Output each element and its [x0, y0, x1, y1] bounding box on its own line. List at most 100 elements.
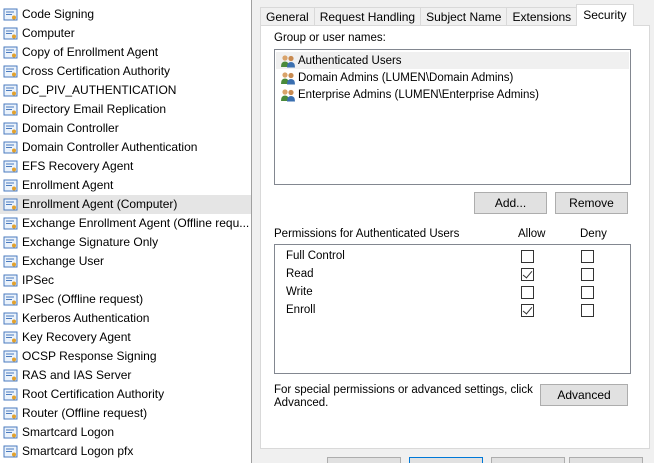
template-item[interactable]: OCSP Response Signing [0, 347, 251, 366]
template-item-label: RAS and IAS Server [22, 368, 132, 382]
add-button[interactable]: Add... [474, 192, 547, 214]
template-item[interactable]: Root Certification Authority [0, 385, 251, 404]
certificate-template-icon [3, 369, 19, 383]
template-item[interactable]: IPSec [0, 271, 251, 290]
template-item-label: Exchange Signature Only [22, 235, 159, 249]
certificate-template-icon [3, 103, 19, 117]
permissions-label: Permissions for Authenticated Users [274, 228, 460, 240]
template-item[interactable]: Domain Controller [0, 119, 251, 138]
user-list[interactable]: Authenticated Users Domain Admins (LUMEN\… [274, 49, 631, 185]
certificate-template-icon [3, 274, 19, 288]
template-list[interactable]: Code Signing Computer Copy of Enrollment A… [0, 0, 251, 463]
template-item[interactable]: Computer [0, 24, 251, 43]
allow-checkbox[interactable] [521, 268, 534, 281]
certificate-template-icon [3, 122, 19, 136]
template-item[interactable]: Directory Email Replication [0, 100, 251, 119]
template-item-label: Code Signing [22, 7, 95, 21]
certificate-template-icon [3, 407, 19, 421]
template-item[interactable]: Smartcard Logon [0, 423, 251, 442]
template-item[interactable]: Exchange User [0, 252, 251, 271]
template-item[interactable]: Cross Certification Authority [0, 62, 251, 81]
tab-extensions[interactable]: Extensions [506, 7, 578, 26]
template-item[interactable]: Key Recovery Agent [0, 328, 251, 347]
template-item[interactable]: Copy of Enrollment Agent [0, 43, 251, 62]
certificate-template-icon [3, 198, 19, 212]
certificate-template-icon [3, 445, 19, 459]
security-tab-panel: Group or user names: Authenticated Users… [260, 25, 650, 449]
template-item-label: Root Certification Authority [22, 387, 165, 401]
template-item-label: OCSP Response Signing [22, 349, 157, 363]
template-properties-dialog: General Request Handling Subject Name Exten… [251, 0, 654, 463]
tab-request-handling[interactable]: Request Handling [313, 7, 422, 26]
template-item[interactable]: Enrollment Agent [0, 176, 251, 195]
permission-label: Full Control [286, 250, 345, 262]
certificate-template-icon [3, 84, 19, 98]
deny-column-header: Deny [580, 228, 607, 240]
permissions-list: Full Control Read Write Enroll [274, 244, 631, 374]
help-button[interactable] [569, 457, 643, 463]
template-item-label: Enrollment Agent (Computer) [22, 197, 178, 211]
certificate-template-icon [3, 331, 19, 345]
template-item-label: Domain Controller Authentication [22, 140, 198, 154]
allow-checkbox[interactable] [521, 250, 534, 263]
certificate-template-icon [3, 255, 19, 269]
certificate-template-icon [3, 217, 19, 231]
template-item[interactable]: Exchange Enrollment Agent (Offline requ.… [0, 214, 251, 233]
tab-general[interactable]: General [260, 7, 315, 26]
special-permissions-text: For special permissions or advanced sett… [274, 384, 533, 410]
allow-checkbox[interactable] [521, 286, 534, 299]
certificate-template-icon [3, 141, 19, 155]
deny-checkbox[interactable] [581, 250, 594, 263]
ok-button[interactable] [327, 457, 401, 463]
certificate-template-icon [3, 350, 19, 364]
template-item[interactable]: Domain Controller Authentication [0, 138, 251, 157]
template-item[interactable]: EFS Recovery Agent [0, 157, 251, 176]
deny-checkbox[interactable] [581, 304, 594, 317]
allow-column-header: Allow [518, 228, 546, 240]
template-item[interactable]: DC_PIV_AUTHENTICATION [0, 81, 251, 100]
tab-subject-name[interactable]: Subject Name [420, 7, 508, 26]
certificate-template-icon [3, 293, 19, 307]
template-item-label: DC_PIV_AUTHENTICATION [22, 83, 177, 97]
user-name-label: Authenticated Users [298, 54, 402, 67]
apply-button[interactable] [491, 457, 565, 463]
template-item-label: IPSec (Offline request) [22, 292, 144, 306]
remove-button[interactable]: Remove [555, 192, 628, 214]
template-item[interactable]: Enrollment Agent (Computer) [0, 195, 251, 214]
template-item-label: Domain Controller [22, 121, 119, 135]
template-item-label: Router (Offline request) [22, 406, 148, 420]
template-item-label: Exchange User [22, 254, 105, 268]
template-item-label: Copy of Enrollment Agent [22, 45, 159, 59]
certificate-template-icon [3, 46, 19, 60]
tab-security[interactable]: Security [576, 4, 634, 26]
tab-bar: General Request Handling Subject Name Exten… [260, 4, 634, 26]
cancel-button[interactable] [409, 457, 483, 463]
deny-checkbox[interactable] [581, 268, 594, 281]
template-item[interactable]: Code Signing [0, 5, 251, 24]
template-item-label: Cross Certification Authority [22, 64, 171, 78]
certificate-template-icon [3, 236, 19, 250]
template-item[interactable]: IPSec (Offline request) [0, 290, 251, 309]
template-item-label: Enrollment Agent [22, 178, 114, 192]
group-or-user-names-label: Group or user names: [274, 32, 386, 44]
certificate-template-icon [3, 65, 19, 79]
user-list-item[interactable]: Authenticated Users [276, 52, 629, 69]
user-name-label: Enterprise Admins (LUMEN\Enterprise Admi… [298, 88, 539, 101]
user-group-icon [280, 71, 296, 85]
permission-label: Enroll [286, 304, 316, 316]
template-item[interactable]: Smartcard Logon pfx [0, 442, 251, 461]
user-list-item[interactable]: Enterprise Admins (LUMEN\Enterprise Admi… [276, 86, 629, 103]
template-item[interactable]: Exchange Signature Only [0, 233, 251, 252]
certificate-template-icon [3, 8, 19, 22]
deny-checkbox[interactable] [581, 286, 594, 299]
certificate-template-icon [3, 179, 19, 193]
template-item-label: Smartcard Logon pfx [22, 444, 134, 458]
template-item[interactable]: RAS and IAS Server [0, 366, 251, 385]
user-list-item[interactable]: Domain Admins (LUMEN\Domain Admins) [276, 69, 629, 86]
template-item[interactable]: Kerberos Authentication [0, 309, 251, 328]
certificate-template-icon [3, 27, 19, 41]
advanced-button[interactable]: Advanced [540, 384, 628, 406]
template-item[interactable]: Router (Offline request) [0, 404, 251, 423]
special-permissions-line1: For special permissions or advanced sett… [274, 384, 533, 396]
allow-checkbox[interactable] [521, 304, 534, 317]
